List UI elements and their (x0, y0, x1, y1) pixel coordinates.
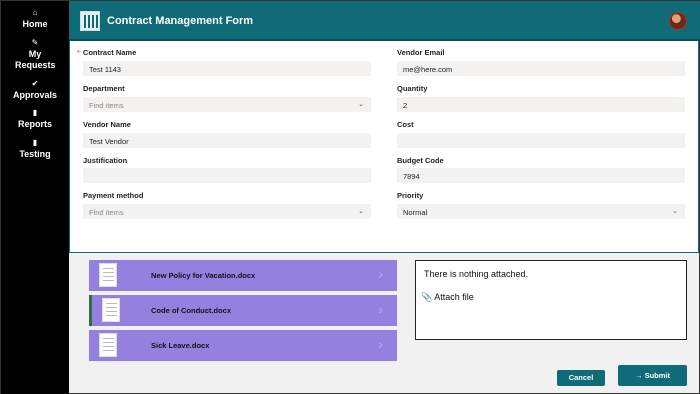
app-logo-icon (80, 11, 100, 31)
arrow-right-icon: → (634, 371, 645, 380)
avatar[interactable] (669, 12, 687, 30)
header-bar: Contract Management Form (69, 1, 700, 41)
submit-label: Submit (644, 371, 670, 380)
payment-method-combobox[interactable]: Find items ⌄ (83, 204, 371, 219)
quantity-field[interactable]: 2 (397, 97, 685, 112)
cost-label: Cost (397, 120, 414, 129)
department-label: Department (83, 84, 125, 93)
document-thumbnail-icon (99, 333, 117, 357)
sidebar-item-home[interactable]: ⌂ Home (1, 7, 69, 30)
chevron-down-icon: ⌄ (358, 101, 364, 108)
check-circle-icon: ✔ (31, 79, 39, 88)
chevron-right-icon: › (378, 301, 383, 317)
paperclip-icon: 📎 (421, 292, 433, 302)
sidebar-item-label: Home (22, 19, 48, 29)
document-thumbnail-icon (99, 263, 117, 287)
contract-name-field[interactable]: Test 1143 (83, 61, 371, 76)
document-name: New Policy for Vacation.docx (151, 271, 256, 280)
department-placeholder: Find items (89, 101, 124, 110)
attach-file-label: Attach file (434, 292, 474, 302)
document-thumbnail-icon (102, 298, 120, 322)
sidebar-item-label: Reports (17, 119, 52, 129)
pencil-icon: ✎ (31, 38, 39, 47)
attachments-empty-text: There is nothing attached. (424, 269, 529, 279)
payment-method-placeholder: Find items (89, 208, 124, 217)
app-frame: ⌂ Home ✎ My Requests ✔ Approvals ▮ Repor… (0, 0, 700, 394)
document-card[interactable]: Code of Conduct.docx › (89, 295, 397, 326)
payment-method-label: Payment method (83, 191, 144, 200)
document-icon: ▮ (32, 138, 38, 147)
document-name: Sick Leave.docx (151, 341, 210, 350)
document-name: Code of Conduct.docx (151, 306, 231, 315)
chevron-down-icon: ⌄ (358, 208, 364, 215)
attach-file-button[interactable]: 📎 Attach file (421, 292, 474, 303)
vendor-name-label: Vendor Name (83, 120, 131, 129)
vendor-email-field[interactable]: me@here.com (397, 61, 685, 76)
sidebar: ⌂ Home ✎ My Requests ✔ Approvals ▮ Repor… (1, 1, 69, 394)
sidebar-item-reports[interactable]: ▮ Reports (1, 107, 69, 130)
contract-form: * Contract Name Test 1143 Department Find… (69, 41, 699, 253)
sidebar-item-testing[interactable]: ▮ Testing (1, 137, 69, 160)
justification-label: Justification (83, 156, 128, 165)
sidebar-item-label: Approvals (12, 90, 57, 100)
department-combobox[interactable]: Find items ⌄ (83, 97, 371, 112)
quantity-label: Quantity (397, 84, 428, 93)
sidebar-item-label: Testing (19, 149, 51, 159)
document-card[interactable]: Sick Leave.docx › (89, 330, 397, 361)
attachments-panel: There is nothing attached. 📎 Attach file (415, 260, 687, 340)
contract-name-label: * Contract Name (77, 48, 137, 57)
priority-value: Normal (403, 208, 428, 217)
document-card[interactable]: New Policy for Vacation.docx › (89, 260, 397, 291)
page-title: Contract Management Form (107, 15, 254, 27)
sidebar-item-approvals[interactable]: ✔ Approvals (1, 78, 69, 101)
cancel-button[interactable]: Cancel (557, 370, 605, 386)
budget-code-label: Budget Code (397, 156, 444, 165)
document-icon: ▮ (32, 108, 38, 117)
budget-code-field[interactable]: 7894 (397, 168, 685, 183)
submit-button[interactable]: → Submit (618, 365, 687, 386)
vendor-name-field[interactable]: Test Vendor (83, 133, 371, 148)
chevron-right-icon: › (378, 336, 383, 352)
sidebar-item-label: My Requests (15, 49, 56, 70)
chevron-right-icon: › (378, 266, 383, 282)
home-icon: ⌂ (32, 8, 38, 17)
sidebar-item-my-requests[interactable]: ✎ My Requests (1, 37, 69, 71)
required-marker: * (77, 48, 80, 57)
priority-dropdown[interactable]: Normal ⌄ (397, 204, 685, 219)
vendor-email-label: Vendor Email (397, 48, 445, 57)
justification-field[interactable] (83, 168, 371, 183)
cost-field[interactable] (397, 133, 685, 148)
chevron-down-icon: ⌄ (672, 208, 678, 215)
priority-label: Priority (397, 191, 424, 200)
